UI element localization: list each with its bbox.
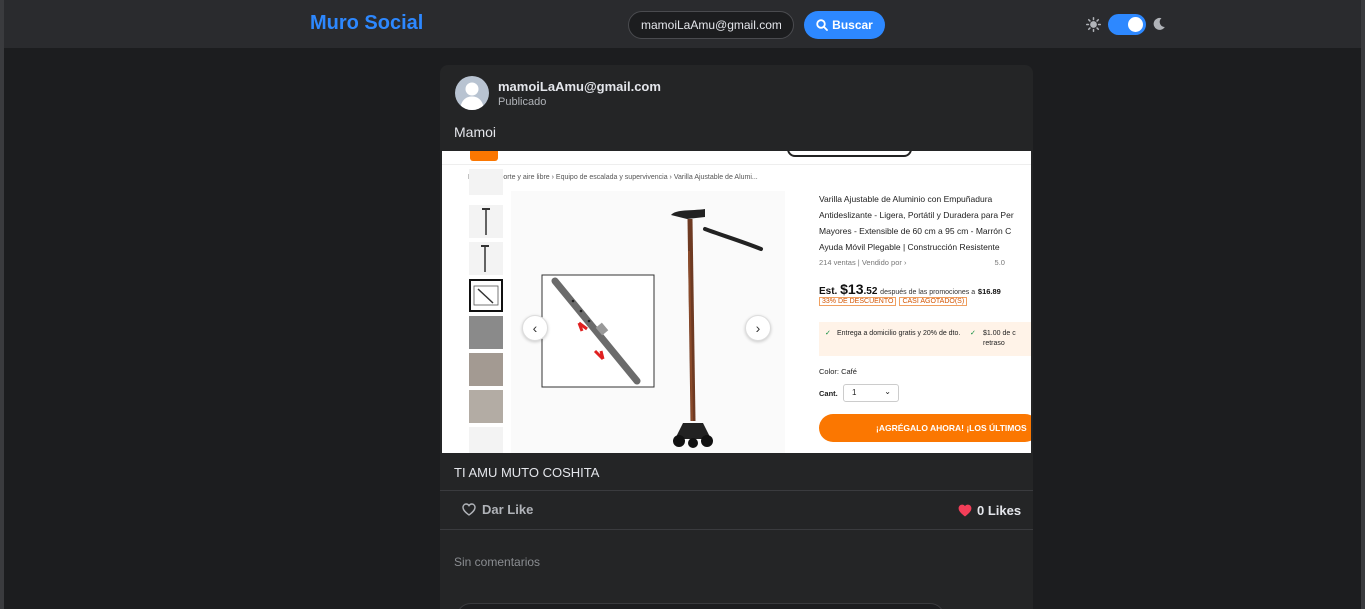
heart-outline-icon: [462, 503, 476, 516]
app-title[interactable]: Muro Social: [310, 12, 423, 35]
post-author: mamoiLaAmu@gmail.com: [498, 79, 661, 94]
product-breadcrumb: Inicio › Deporte y aire libre › Equipo d…: [468, 174, 758, 181]
product-color: Color: Café: [819, 367, 857, 376]
like-label: Dar Like: [482, 502, 534, 517]
divider: [440, 490, 1033, 491]
likes-count-label: 0 Likes: [977, 503, 1022, 518]
post-caption: TI AMU MUTO COSHITA: [454, 465, 600, 480]
cane-illustration: [541, 209, 763, 448]
search-input[interactable]: [628, 11, 794, 39]
thumbnail: [469, 353, 503, 386]
search-button-label: Buscar: [832, 18, 873, 32]
carousel-next-button[interactable]: ›: [745, 315, 771, 341]
quantity-value: 1: [852, 388, 857, 397]
thumbnail: [469, 390, 503, 423]
shipping-info-1: Entrega a domicilio gratis y 20% de dto.: [837, 330, 961, 337]
shipping-info-2: $1.00 de c retraso: [983, 330, 1016, 347]
sun-icon[interactable]: [1086, 17, 1101, 32]
thumbnail-selected: [469, 279, 503, 312]
thumbnail: [469, 427, 503, 453]
moon-icon[interactable]: [1152, 17, 1166, 31]
like-button[interactable]: Dar Like: [462, 502, 533, 517]
promo-price: $16.89: [977, 287, 1001, 296]
theme-toggle-knob: [1128, 17, 1143, 32]
post-title: Mamoi: [454, 124, 497, 140]
user-silhouette-icon: [460, 82, 484, 110]
product-title: Varilla Ajustable de Aluminio con Empuña…: [819, 194, 1014, 252]
thumbnail: [469, 205, 503, 238]
product-thumbnails: [469, 169, 503, 453]
product-meta: 214 ventas | Vendido por › 5.0: [819, 258, 1005, 267]
quantity-select: 1 ⌄: [843, 384, 899, 402]
comment-input[interactable]: [456, 603, 945, 609]
quantity-label: Cant.: [819, 389, 838, 398]
store-logo: [470, 151, 498, 161]
add-to-cart-cta: ¡AGRÉGALO AHORA! ¡LOS ÚLTIMOS: [819, 414, 1031, 442]
price-cents: .52: [863, 286, 878, 297]
post-card: mamoiLaAmu@gmail.com Publicado Mamoi Ini…: [440, 65, 1033, 609]
likes-count: 0 Likes: [958, 503, 1021, 518]
product-price: Est. $13.52 después de las promociones a…: [819, 281, 1001, 297]
price-prefix: Est.: [819, 286, 838, 297]
thumbnail: [469, 169, 503, 195]
product-topstrip: [442, 151, 1031, 165]
heart-filled-icon: [958, 504, 972, 517]
theme-toggle[interactable]: [1108, 14, 1146, 35]
product-searchbar: [787, 151, 912, 157]
post-image[interactable]: Inicio › Deporte y aire libre › Equipo d…: [442, 151, 1031, 453]
search-button[interactable]: Buscar: [804, 11, 885, 39]
check-icon: ✓: [970, 330, 976, 337]
thumbnail: [469, 242, 503, 275]
thumbnail: [469, 316, 503, 349]
product-main-image: ‹ ›: [511, 191, 785, 453]
product-sold-by: Vendido por: [861, 258, 902, 267]
stock-badge: CASI AGOTADO(S): [899, 297, 968, 306]
product-badges: 33% DE DESCUENTO CASI AGOTADO(S): [819, 297, 970, 306]
price-dollars: $13: [840, 281, 864, 297]
comments-empty: Sin comentarios: [454, 555, 541, 569]
post-status: Publicado: [498, 96, 547, 108]
search-icon: [816, 19, 829, 31]
promo-text: después de las promociones a: [880, 289, 976, 296]
chevron-down-icon: ⌄: [884, 387, 891, 396]
check-icon: ✓: [825, 330, 831, 337]
window-edge-left: [0, 0, 4, 609]
avatar[interactable]: [455, 76, 489, 110]
shipping-box: ✓ Entrega a domicilio gratis y 20% de dt…: [819, 322, 1031, 356]
product-sales: 214 ventas: [819, 258, 856, 267]
divider: [440, 529, 1033, 530]
window-edge-right: [1361, 0, 1365, 609]
carousel-prev-button[interactable]: ‹: [522, 315, 548, 341]
discount-badge: 33% DE DESCUENTO: [819, 297, 897, 306]
product-rating: 5.0: [994, 258, 1005, 267]
